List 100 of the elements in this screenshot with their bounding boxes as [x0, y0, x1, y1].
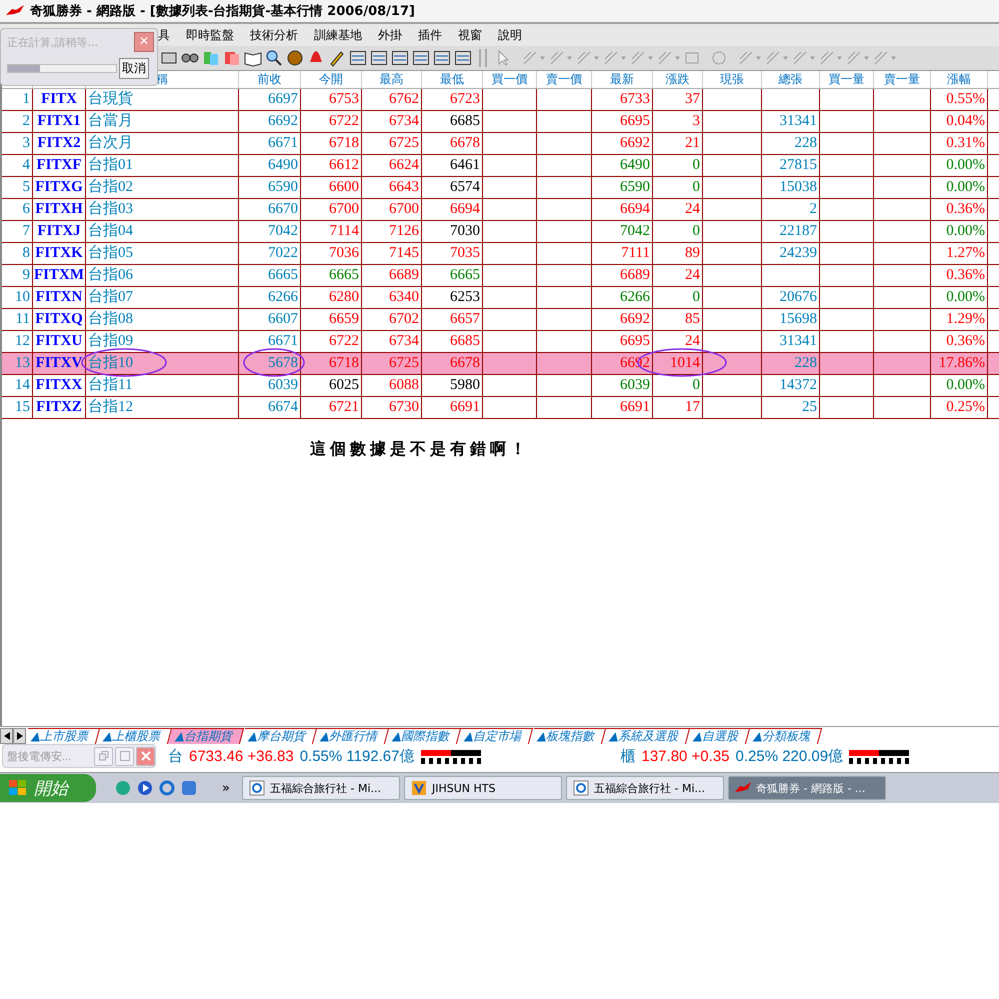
- taskbar-button[interactable]: 奇狐勝券 - 網路版 - ...: [728, 776, 886, 800]
- taskbar-button[interactable]: JIHSUN HTS: [404, 776, 562, 800]
- start-button[interactable]: 開始: [0, 774, 96, 802]
- table-row[interactable]: 4 FITXF 台指01 6490 6612 6624 6461 6490 0 27815 0.00%: [2, 155, 999, 177]
- table-row[interactable]: 11 FITXQ 台指08 6607 6659 6702 6657 6692 85 15698 1.29%: [2, 309, 999, 331]
- column-header[interactable]: 總張: [762, 71, 820, 88]
- more-button[interactable]: »: [222, 780, 238, 796]
- toolbar-icon[interactable]: [286, 49, 304, 67]
- drawing-tool-icon[interactable]: [764, 49, 788, 67]
- close-icon[interactable]: [136, 746, 155, 766]
- toolbar-icon[interactable]: [412, 49, 430, 67]
- table-cell: FITXM: [33, 265, 86, 286]
- drawing-tool-icon[interactable]: [629, 49, 653, 67]
- column-header[interactable]: 現張: [703, 71, 762, 88]
- flag-icon: [8, 779, 28, 797]
- table-cell: 7036: [301, 243, 362, 264]
- table-row[interactable]: 7 FITXJ 台指04 7042 7114 7126 7030 7042 0 22187 0.00%: [2, 221, 999, 243]
- scroll-right-icon[interactable]: [13, 728, 26, 744]
- menu-item[interactable]: 即時監盤: [186, 26, 234, 44]
- table-cell: 228: [762, 133, 820, 154]
- column-header[interactable]: 前收: [239, 71, 301, 88]
- table-cell: 17: [653, 397, 703, 418]
- drawing-tool-icon[interactable]: [575, 49, 599, 67]
- table-row[interactable]: 1 FITX 台現貨 6697 6753 6762 6723 6733 37 0.55%: [2, 89, 999, 111]
- column-header[interactable]: 最新: [592, 71, 653, 88]
- table-cell: 3: [653, 111, 703, 132]
- table-row[interactable]: 6 FITXH 台指03 6670 6700 6700 6694 6694 24 2 0.36%: [2, 199, 999, 221]
- column-header[interactable]: 漲幅: [931, 71, 988, 88]
- column-header[interactable]: 賣一量: [874, 71, 931, 88]
- restore-icon[interactable]: [94, 746, 113, 766]
- table-cell: 0.00%: [931, 177, 988, 198]
- table-cell: 7042: [239, 221, 301, 242]
- menu-item[interactable]: 視窗: [458, 26, 482, 44]
- row-number: 12: [2, 331, 33, 352]
- toolbar-icon[interactable]: [349, 49, 367, 67]
- table-cell: FITXU: [33, 331, 86, 352]
- drawing-tool-icon[interactable]: [791, 49, 815, 67]
- drawing-tool-icon[interactable]: [818, 49, 842, 67]
- toolbar-icon[interactable]: [328, 49, 346, 67]
- drawing-tool-icon[interactable]: [602, 49, 626, 67]
- table-row[interactable]: 15 FITXZ 台指12 6674 6721 6730 6691 6691 17 25 0.25%: [2, 397, 999, 419]
- table-row[interactable]: 14 FITXX 台指11 6039 6025 6088 5980 6039 0 14372 0.00%: [2, 375, 999, 397]
- drawing-tool-icon[interactable]: [737, 49, 761, 67]
- table-row[interactable]: 9 FITXM 台指06 6665 6665 6689 6665 6689 24 0.36%: [2, 265, 999, 287]
- column-header[interactable]: 今開: [301, 71, 362, 88]
- drawing-tool-icon[interactable]: [548, 49, 572, 67]
- table-cell: 6025: [301, 375, 362, 396]
- table-cell: 6689: [362, 265, 422, 286]
- column-header[interactable]: 賣一價: [537, 71, 592, 88]
- table-cell: 22187: [762, 221, 820, 242]
- toolbar-icon[interactable]: [433, 49, 451, 67]
- menu-item[interactable]: 說明: [498, 26, 522, 44]
- table-cell: 6725: [362, 353, 422, 374]
- table-cell: 6697: [239, 89, 301, 110]
- menu-item[interactable]: 訓練基地: [314, 26, 362, 44]
- table-row[interactable]: 10 FITXN 台指07 6266 6280 6340 6253 6266 0 20676 0.00%: [2, 287, 999, 309]
- table-cell: 85: [653, 309, 703, 330]
- toolbar-icon[interactable]: [391, 49, 409, 67]
- table-cell: 7114: [301, 221, 362, 242]
- table-cell: 31341: [762, 111, 820, 132]
- menu-item[interactable]: 具: [158, 26, 170, 44]
- toolbar-icon[interactable]: [265, 49, 283, 67]
- table-cell: 台指09: [86, 331, 239, 352]
- toolbar-icon[interactable]: [454, 49, 472, 67]
- table-cell: 6718: [301, 133, 362, 154]
- row-number: 7: [2, 221, 33, 242]
- column-header[interactable]: 漲跌: [653, 71, 703, 88]
- table-cell: 6665: [301, 265, 362, 286]
- table-row[interactable]: 8 FITXK 台指05 7022 7036 7145 7035 7111 89 24239 1.27%: [2, 243, 999, 265]
- table-cell: 6643: [362, 177, 422, 198]
- browser-icon: [249, 780, 265, 796]
- menu-item[interactable]: 插件: [418, 26, 442, 44]
- taskbar-button[interactable]: 五福綜合旅行社 - Mi...: [242, 776, 400, 800]
- drawing-tool-icon[interactable]: [872, 49, 896, 67]
- taskbar-button[interactable]: 五福綜合旅行社 - Mi...: [566, 776, 724, 800]
- toolbar-icon[interactable]: [370, 49, 388, 67]
- maximize-icon[interactable]: [115, 746, 134, 766]
- column-header[interactable]: 最低: [422, 71, 483, 88]
- drawing-tool-icon[interactable]: [656, 49, 680, 67]
- scroll-left-icon[interactable]: [0, 728, 13, 744]
- toolbar-grip[interactable]: [479, 49, 487, 67]
- table-cell: 6723: [422, 89, 483, 110]
- browser-icon[interactable]: [158, 779, 176, 797]
- drawing-tool-icon[interactable]: [521, 49, 545, 67]
- outlook-icon[interactable]: [180, 779, 198, 797]
- table-cell: 6266: [592, 287, 653, 308]
- column-header[interactable]: 買一價: [483, 71, 537, 88]
- table-cell: 台指07: [86, 287, 239, 308]
- table-row[interactable]: 2 FITX1 台當月 6692 6722 6734 6685 6695 3 31341 0.04%: [2, 111, 999, 133]
- column-header[interactable]: 最高: [362, 71, 422, 88]
- media-player-icon[interactable]: [136, 779, 154, 797]
- table-row[interactable]: 5 FITXG 台指02 6590 6600 6643 6574 6590 0 15038 0.00%: [2, 177, 999, 199]
- table-cell: 0.00%: [931, 155, 988, 176]
- table-cell: 14372: [762, 375, 820, 396]
- menu-item[interactable]: 技術分析: [250, 26, 298, 44]
- drawing-tool-icon[interactable]: [845, 49, 869, 67]
- table-row[interactable]: 3 FITX2 台次月 6671 6718 6725 6678 6692 21 228 0.31%: [2, 133, 999, 155]
- column-header[interactable]: 買一量: [820, 71, 874, 88]
- menu-item[interactable]: 外掛: [378, 26, 402, 44]
- cancel-button[interactable]: 取消: [119, 58, 149, 79]
